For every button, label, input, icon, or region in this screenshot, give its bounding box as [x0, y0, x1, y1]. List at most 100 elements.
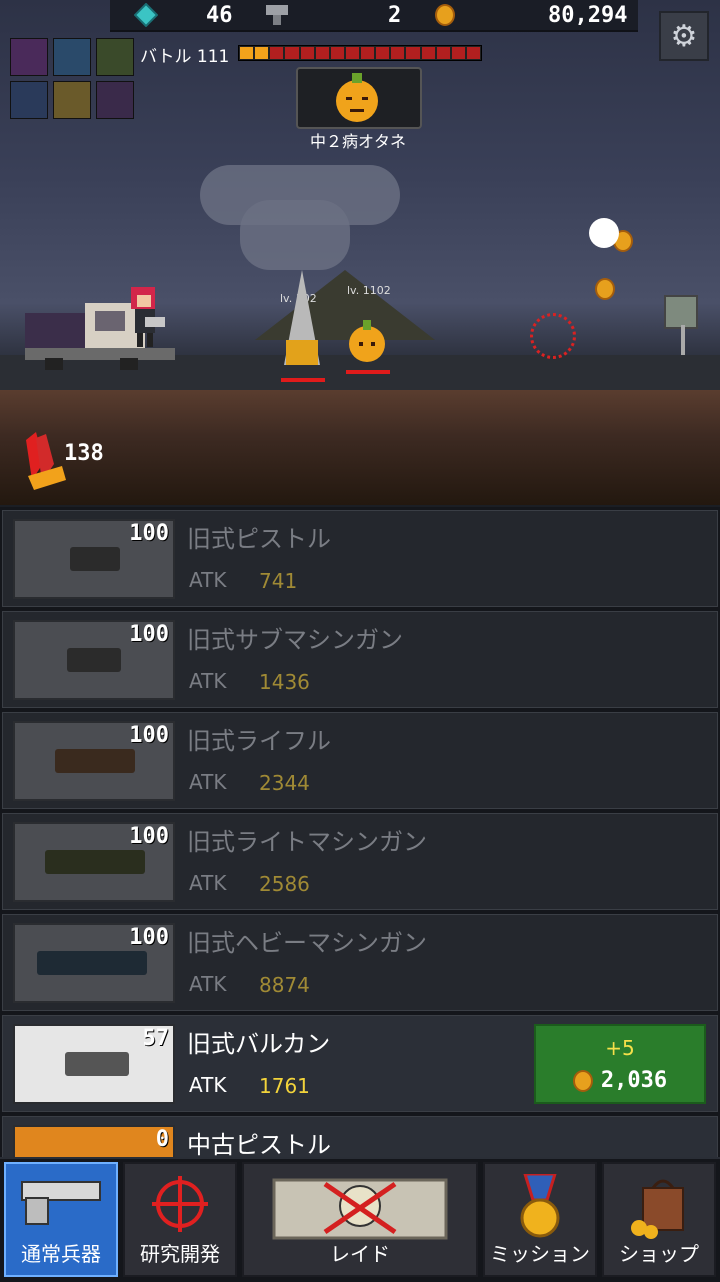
- atk-label: ATK: [189, 1073, 227, 1097]
- buff-icon[interactable]: [96, 81, 134, 119]
- progress-segment: [255, 47, 269, 59]
- tab-label: 研究開発: [140, 1242, 220, 1266]
- weapon-row[interactable]: 100 旧式ピストル ATK 741: [2, 510, 718, 607]
- gold-counter: [435, 2, 455, 28]
- vulcan-icon: [65, 1052, 129, 1076]
- weapon-thumbnail: 100: [13, 923, 175, 1003]
- weapon-name: 旧式ヘビーマシンガン: [187, 929, 427, 957]
- weapon-thumbnail: 100: [13, 620, 175, 700]
- player-character: [131, 287, 165, 347]
- atk-value: 741: [259, 569, 298, 593]
- atk-value: 8874: [259, 973, 310, 997]
- bottom-nav: 通常兵器 研究開発 レイド ミッション ショップ: [0, 1157, 720, 1282]
- atk-label: ATK: [189, 972, 227, 996]
- battle-progress-bar: [238, 45, 482, 61]
- shopping-bag-icon: [631, 1179, 684, 1239]
- signpost: [664, 295, 698, 329]
- gear-icon: ⚙: [670, 18, 698, 54]
- weapon-thumbnail: 100: [13, 822, 175, 902]
- gem-counter: [134, 2, 158, 28]
- weapon-name: 旧式ライトマシンガン: [187, 828, 427, 856]
- weapon-row-selected[interactable]: 57 旧式バルカン ATK 1761 +5 2,036: [2, 1015, 718, 1112]
- hmg-icon: [37, 951, 147, 975]
- weapon-level: 100: [129, 925, 169, 950]
- atk-label: ATK: [189, 770, 227, 794]
- progress-segment: [345, 47, 359, 59]
- weapon-row[interactable]: 100 旧式ライトマシンガン ATK 2586: [2, 813, 718, 910]
- buff-icon[interactable]: [96, 38, 134, 76]
- progress-segment: [421, 47, 435, 59]
- medal-icon: [520, 1174, 560, 1238]
- coin-icon: [572, 1069, 593, 1092]
- progress-segment: [285, 47, 299, 59]
- pumpkin-icon: [336, 73, 378, 122]
- bolt-counter: [264, 2, 290, 28]
- progress-segment: [436, 47, 450, 59]
- target-marker: [530, 313, 576, 359]
- tab-label: 通常兵器: [21, 1242, 101, 1266]
- buff-icon[interactable]: [10, 38, 48, 76]
- buff-grid: [10, 38, 136, 122]
- enemy-level: lv. 1102: [347, 284, 391, 297]
- progress-segment: [315, 47, 329, 59]
- tab-research[interactable]: 研究開発: [123, 1162, 237, 1277]
- weapon-thumbnail: 100: [13, 721, 175, 801]
- weapon-thumbnail: 0: [13, 1125, 175, 1157]
- progress-segment: [391, 47, 405, 59]
- atk-label: ATK: [189, 871, 227, 895]
- rifle-icon: [55, 749, 135, 773]
- weapon-name: 旧式サブマシンガン: [187, 626, 403, 654]
- buff-icon[interactable]: [10, 81, 48, 119]
- progress-segment: [451, 47, 465, 59]
- weapon-level: 0: [155, 1127, 169, 1152]
- weapon-name: 中古ピストル: [187, 1131, 331, 1157]
- weapon-row[interactable]: 0 中古ピストル: [2, 1116, 718, 1157]
- upgrade-amount: +5: [605, 1036, 635, 1060]
- weapon-level: 100: [129, 824, 169, 849]
- enemy-pumpkin: [349, 320, 385, 362]
- progress-segment: [240, 47, 254, 59]
- tab-label: ショップ: [619, 1242, 699, 1266]
- tab-normal-weapons[interactable]: 通常兵器: [4, 1162, 118, 1277]
- enemy-hp-bar: [346, 370, 390, 374]
- coin-icon: [435, 4, 455, 26]
- weapon-row[interactable]: 100 旧式ライフル ATK 2344: [2, 712, 718, 809]
- buff-icon[interactable]: [53, 38, 91, 76]
- atk-value: 1761: [259, 1074, 310, 1098]
- smoke-cloud: [240, 200, 350, 270]
- weapon-row[interactable]: 100 旧式ヘビーマシンガン ATK 8874: [2, 914, 718, 1011]
- upgrade-button[interactable]: +5 2,036: [534, 1024, 706, 1104]
- progress-segment: [270, 47, 284, 59]
- weapon-thumbnail: 57: [13, 1024, 175, 1104]
- upgrade-cost: 2,036: [536, 1068, 704, 1093]
- enemy-hp-bar: [281, 378, 325, 382]
- tab-shop[interactable]: ショップ: [602, 1162, 716, 1277]
- progress-segment: [376, 47, 390, 59]
- tab-raid[interactable]: レイド: [242, 1162, 478, 1277]
- pistol-icon: [21, 1181, 101, 1225]
- buff-icon[interactable]: [53, 81, 91, 119]
- tab-label: ミッション: [490, 1242, 590, 1266]
- atk-value: 2344: [259, 771, 310, 795]
- progress-segment: [330, 47, 344, 59]
- settings-button[interactable]: ⚙: [659, 11, 709, 61]
- atk-label: ATK: [189, 568, 227, 592]
- pistol-icon: [70, 547, 120, 571]
- tab-missions[interactable]: ミッション: [483, 1162, 597, 1277]
- atk-value: 2586: [259, 872, 310, 896]
- weapon-list[interactable]: 100 旧式ピストル ATK 741 100 旧式サブマシンガン ATK 143…: [0, 507, 720, 1157]
- battle-label: バトル 111: [140, 47, 230, 67]
- boss-portrait[interactable]: [296, 67, 422, 129]
- smg-icon: [67, 648, 121, 672]
- upgrade-cost-value: 2,036: [600, 1068, 668, 1093]
- weapon-name: 旧式ピストル: [187, 525, 331, 553]
- weapon-level: 100: [129, 521, 169, 546]
- weapon-thumbnail: 100: [13, 519, 175, 599]
- progress-segment: [361, 47, 375, 59]
- weapon-row[interactable]: 100 旧式サブマシンガン ATK 1436: [2, 611, 718, 708]
- bolt-count: 2: [388, 2, 402, 28]
- enemy-drill: [284, 270, 320, 365]
- muzzle-flash: [589, 218, 619, 248]
- weapon-level: 100: [129, 622, 169, 647]
- gem-count: 46: [206, 2, 233, 28]
